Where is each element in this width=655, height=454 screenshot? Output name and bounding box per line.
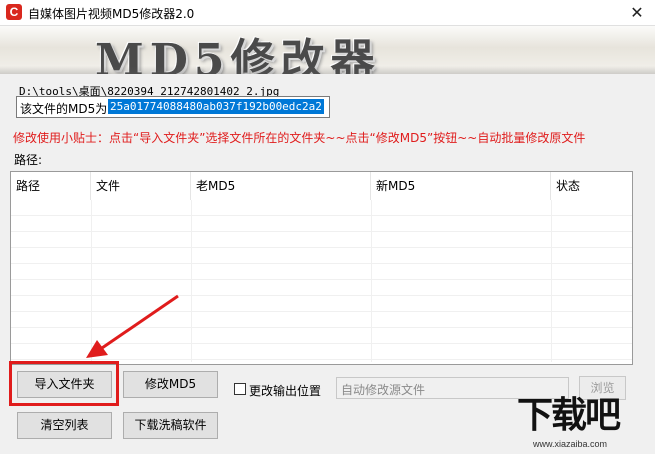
watermark: 下载吧 www.xiazaiba.com (515, 394, 655, 454)
annotation-arrow (86, 294, 179, 358)
watermark-logo: 下载吧 (517, 395, 621, 436)
watermark-url: www.xiazaiba.com (533, 439, 608, 449)
